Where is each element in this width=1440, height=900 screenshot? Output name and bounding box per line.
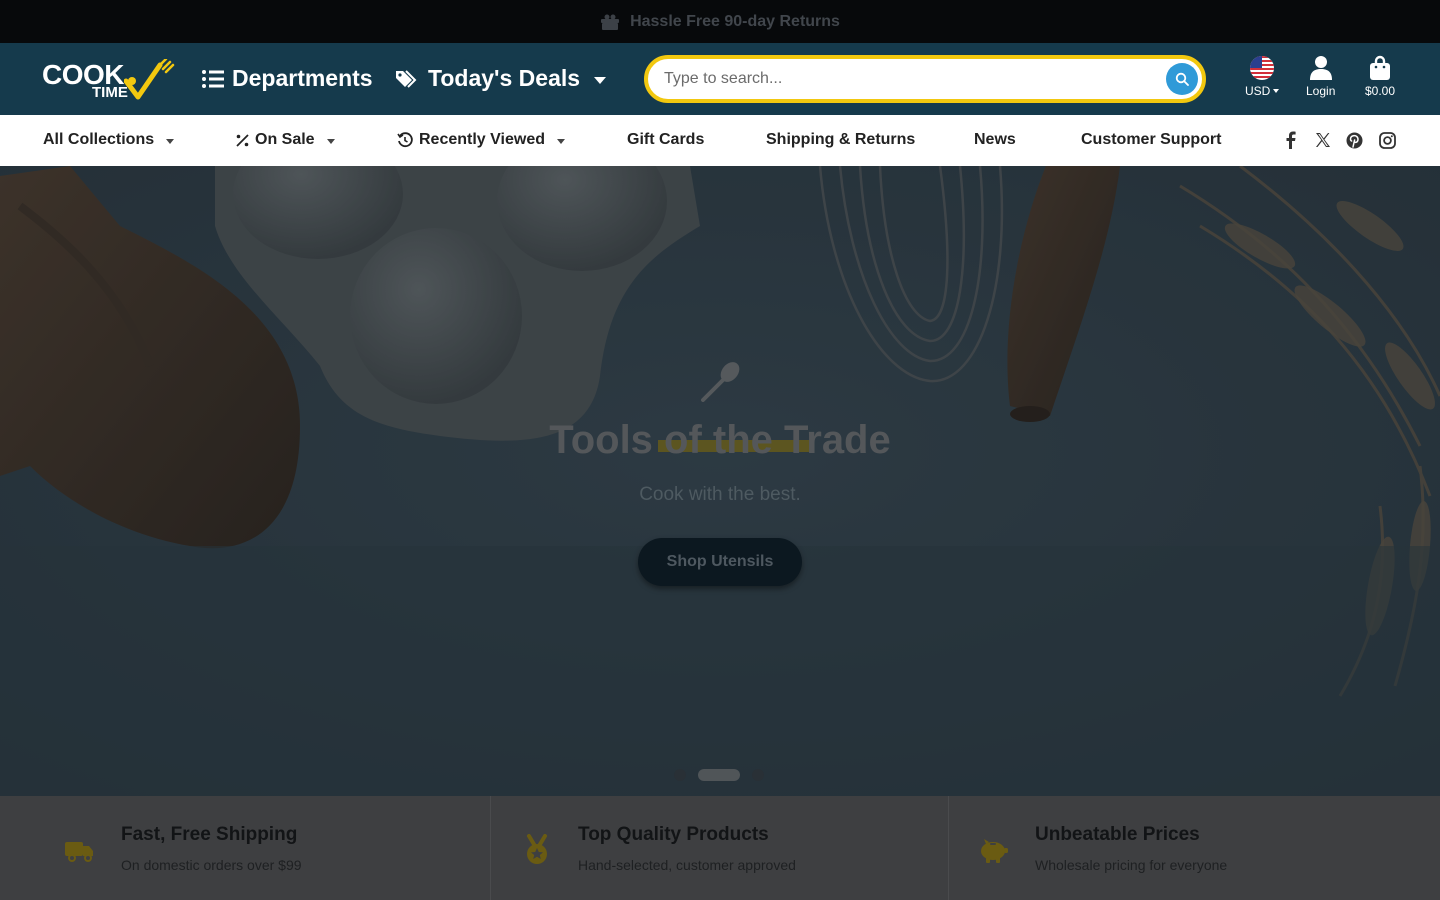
nav-shipping-returns[interactable]: Shipping & Returns [766, 131, 915, 149]
cooktime-logo[interactable]: COOK TIME [42, 59, 177, 103]
announcement-bar: Hassle Free 90-day Returns [0, 0, 1440, 43]
nav-item-label: All Collections [43, 131, 155, 148]
list-icon [202, 69, 224, 88]
todays-deals-label: Today's Deals [428, 65, 581, 91]
announcement-text: Hassle Free 90-day Returns [630, 12, 840, 30]
nav-item-label: Customer Support [1081, 131, 1222, 148]
logo-check-fork-icon [124, 59, 175, 100]
nav-on-sale[interactable]: On Sale [236, 131, 335, 149]
x-twitter-icon[interactable] [1315, 132, 1331, 148]
currency-label: USD [1245, 84, 1271, 98]
chevron-down-icon [556, 139, 565, 144]
nav-gift-cards[interactable]: Gift Cards [627, 131, 704, 149]
feature-description: On domestic orders over $99 [121, 857, 302, 873]
nav-customer-support[interactable]: Customer Support [1081, 131, 1221, 149]
user-icon [1309, 56, 1332, 80]
hero-subtitle: Cook with the best. [639, 484, 801, 505]
gift-box-icon [601, 14, 620, 30]
shop-utensils-button[interactable]: Shop Utensils [638, 538, 802, 586]
nav-recently-viewed[interactable]: Recently Viewed [397, 131, 565, 149]
history-icon [397, 132, 413, 148]
nav-all-collections[interactable]: All Collections [43, 131, 175, 149]
tags-icon [396, 69, 417, 88]
cart-link[interactable]: $0.00 [1365, 55, 1395, 98]
search-input[interactable] [664, 59, 1154, 99]
departments-menu[interactable]: Departments [202, 65, 373, 92]
chevron-down-icon [1273, 89, 1280, 93]
feature-title: Fast, Free Shipping [121, 824, 298, 845]
medal-icon [527, 834, 547, 864]
nav-item-label: News [974, 131, 1016, 148]
cart-total-label: $0.00 [1365, 84, 1396, 98]
carousel-dot-2[interactable] [698, 769, 740, 781]
carousel-dot-3[interactable] [752, 769, 764, 781]
search-bar [644, 55, 1206, 103]
site-header: COOK TIME Departments Today's Deals Type… [0, 43, 1440, 115]
nav-item-label: On Sale [255, 131, 315, 148]
feature-description: Wholesale pricing for everyone [1035, 857, 1228, 873]
feature-strip: Fast, Free Shipping On domestic orders o… [0, 796, 1440, 900]
nav-item-label: Gift Cards [627, 131, 705, 148]
pinterest-icon[interactable] [1346, 132, 1363, 149]
us-flag-icon [1250, 56, 1275, 80]
logo-word-time: TIME [92, 84, 128, 101]
instagram-icon[interactable] [1379, 132, 1396, 149]
departments-label: Departments [232, 65, 373, 91]
feature-prices: Unbeatable Prices Wholesale pricing for … [949, 796, 1440, 900]
todays-deals-menu[interactable]: Today's Deals [396, 65, 607, 92]
nav-item-label: Shipping & Returns [766, 131, 916, 148]
nav-item-label: Recently Viewed [419, 131, 545, 148]
piggy-bank-icon [981, 839, 1008, 863]
hero-content: Tools of the Trade Cook with the best. S… [0, 166, 1440, 796]
currency-selector[interactable]: USD [1245, 55, 1280, 98]
login-link[interactable]: Login [1306, 55, 1335, 98]
facebook-icon[interactable] [1283, 131, 1299, 149]
feature-title: Top Quality Products [578, 824, 769, 845]
nav-news[interactable]: News [974, 131, 1016, 149]
search-icon [1175, 72, 1189, 86]
login-label: Login [1306, 84, 1336, 98]
hero-banner: Tools of the Trade Cook with the best. S… [0, 166, 1440, 796]
carousel-dots [674, 769, 764, 781]
chevron-down-icon [594, 77, 607, 84]
shopping-bag-icon [1370, 55, 1391, 80]
chevron-down-icon [326, 139, 335, 144]
shipping-truck-icon [65, 842, 93, 862]
search-button[interactable] [1166, 63, 1198, 95]
spoon-icon [701, 362, 740, 402]
carousel-dot-1[interactable] [674, 769, 686, 781]
feature-description: Hand-selected, customer approved [578, 857, 796, 873]
hero-title: Tools of the Trade [549, 418, 891, 462]
feature-title: Unbeatable Prices [1035, 824, 1200, 845]
feature-quality: Top Quality Products Hand-selected, cust… [491, 796, 949, 900]
percent-icon [236, 133, 249, 147]
feature-shipping: Fast, Free Shipping On domestic orders o… [0, 796, 491, 900]
secondary-nav: All Collections On Sale Recently Viewed … [0, 115, 1440, 166]
chevron-down-icon [166, 139, 175, 144]
